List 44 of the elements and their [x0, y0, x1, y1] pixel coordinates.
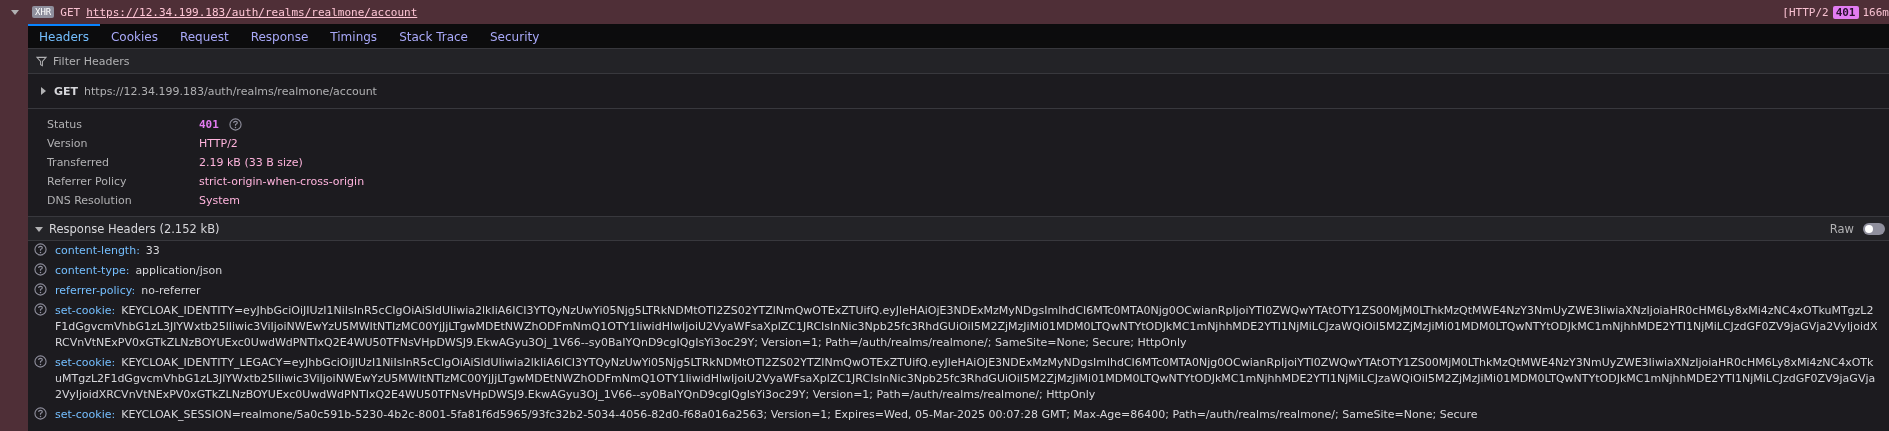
section-title: Response Headers (2.152 kB) — [49, 221, 220, 236]
summary-label: DNS Resolution — [47, 193, 133, 208]
expand-caret-icon[interactable] — [10, 7, 20, 17]
status-code: 401 — [199, 117, 219, 132]
expand-caret-icon[interactable] — [38, 86, 48, 96]
header-line: set-cookie: KEYCLOAK_IDENTITY=eyJhbGciOiJIUzI1NiIsInR5cCIgOiAiSldUIiwia2lkIiA6ICI3YTQyNzUwYi05Njg5LTRkNDMtOTI2ZS02YTZlNmQwOTExZTUifQ.eyJleHAiOjE3NDExMzMyNDgsImlhdCI6MTc0MTA0Njg0OCwianRpIjoiYTI0ZWQwYTAtOTY1ZS00MjM0LThkMzQtMWE4NzY3NmUyZWE3IiwiaXNzIjoiaHR0cHM6Ly8xMi4zNC4xOTkuMTgzL2F1dGgvcmVhbG1zL3JlYWxtb25lIiwic3ViIjoiNWEwYzU5MWItNTIzMC00YjJjLTgwMDEtNWZhODFmNmQ1OTY1IiwidHlwIjoiU2VyaWFsaXplZC1JRCIsInNic3Npb25fc3RhdGUiOiI5M2ZjMzJiMi01MDM0LTQwNTYtODJkMC1mNjhhMDE2YTI1NjMiLCJzaWQiOiI5M2ZjMzJiMi01MDM0LTQwNTYtODJkMC1mNjhhMDE2YTI1NjMiLCJzdGF0ZV9jaGVja2VyIjoidXRCVnVtNExPV0xGTkZLNzBOYUExc0UwdWdPNTIxQ2E4WU50TFNsVHpDWSJ9.EkwAGyu3Oj_1V66--sy0BaIYQnD9cgIQgIsYi3oc29Y; Version=1; Path=/auth/realms/realmone/; SameSite=None; Secure; HttpOnly — [55, 303, 1879, 351]
filter-field[interactable]: Filter Headers — [51, 53, 355, 69]
summary-value: 2.19 kB (33 B size) — [199, 155, 303, 170]
summary-label: Version — [47, 136, 89, 151]
request-method: GET — [60, 5, 81, 19]
help-icon[interactable] — [34, 243, 47, 256]
header-line: set-cookie: KEYCLOAK_SESSION=realmone/5a0c591b-5230-4b2c-8001-5fa81f6d5965/93fc32b2-5034-4056-82d0-f68a016a2563; Version=1; Expires=Wed, 05-Mar-2025 00:07:28 GMT; Max-Age=86400; Path=/auth/realms/realmone/; SameSite=None; Secure — [55, 407, 1479, 423]
summary-label: Referrer Policy — [47, 174, 128, 189]
raw-toggle[interactable] — [1863, 222, 1885, 235]
summary-value: strict-origin-when-cross-origin — [199, 174, 365, 189]
help-icon[interactable] — [34, 263, 47, 276]
header-line: referrer-policy: no-referrer — [55, 283, 202, 299]
help-icon[interactable] — [228, 118, 242, 131]
header-line: content-type: application/json — [55, 263, 224, 279]
header-line: set-cookie: KEYCLOAK_IDENTITY_LEGACY=eyJhbGciOiJIUzI1NiIsInR5cCIgOiAiSldUIiwia2lkIiA6ICI3YTQyNzUwYi05Njg5LTRkNDMtOTI2ZS02YTZlNmQwOTExZTUifQ.eyJleHAiOjE3NDExMzMyNDgsImlhdCI6MTc0MTA0Njg0OCwianRpIjoiYTI0ZWQwYTAtOTY1ZS00MjM0LThkMzQtMWE4NzY3NmUyZWE3IiwiaXNzIjoiaHR0cHM6Ly8xMi4zNC4xOTkuMTgzL2F1dGgvcmVhbG1zL3JlYWxtb25lIiwic3ViIjoiNWEwYzU5MWItNTIzMC00YjJjLTgwMDEtNWZhODFmNmQ1OTY1IiwidHlwIjoiU2VyaWFsaXplZC1JRCIsInNic3Npb25fc3RhdGUiOiI5M2ZjMzJiMi01MDM0LTQwNTYtODJkMC1mNjhhMDE2YTI1NjMiLCJzaWQiOiI5M2ZjMzJiMi01MDM0LTQwNTYtODJkMC1mNjhhMDE2YTI1NjMiLCJzdGF0ZV9jaGVja2VyIjoidXRCVnVtNExPV0xGTkZLNzBOYUExc0UwdWdPNTIxQ2E4WU50TFNsVHpDWSJ9.EkwAGyu3Oj_1V66--sy0BaIYQnD9cgIQgIsYi3oc29Y; Version=1; Path=/auth/realms/realmone/; HttpOnly — [55, 355, 1877, 403]
help-icon[interactable] — [34, 283, 47, 296]
help-icon[interactable] — [34, 303, 47, 316]
help-icon[interactable] — [34, 407, 47, 420]
duration-text: 166m — [1862, 5, 1889, 19]
summary-label: Transferred — [47, 155, 111, 170]
summary-value: HTTP/2 — [199, 136, 238, 151]
panel-tab[interactable]: Cookies — [99, 24, 169, 48]
panel-tab[interactable]: Stack Trace — [388, 24, 479, 48]
summary-value: System — [199, 193, 241, 208]
panel-tab[interactable]: Timings — [319, 24, 389, 48]
panel-tab[interactable]: Request — [168, 24, 240, 48]
request-method: GET — [54, 84, 79, 98]
request-url: https://12.34.199.183/auth/realms/realmone/account — [84, 84, 377, 98]
filter-icon — [36, 55, 47, 67]
status-badge: 401 — [1832, 5, 1859, 19]
type-badge: XHR — [32, 6, 55, 18]
protocol-text: [HTTP/2 — [1782, 5, 1829, 19]
panel-tab[interactable]: Response — [239, 24, 320, 48]
panel-tab[interactable]: Security — [479, 24, 551, 48]
header-line: content-length: 33 — [55, 243, 161, 259]
raw-label: Raw — [1829, 221, 1854, 236]
summary-label: Status — [47, 117, 84, 132]
request-url-link[interactable]: https://12.34.199.183/auth/realms/realmone/account — [86, 5, 418, 19]
help-icon[interactable] — [34, 355, 47, 368]
